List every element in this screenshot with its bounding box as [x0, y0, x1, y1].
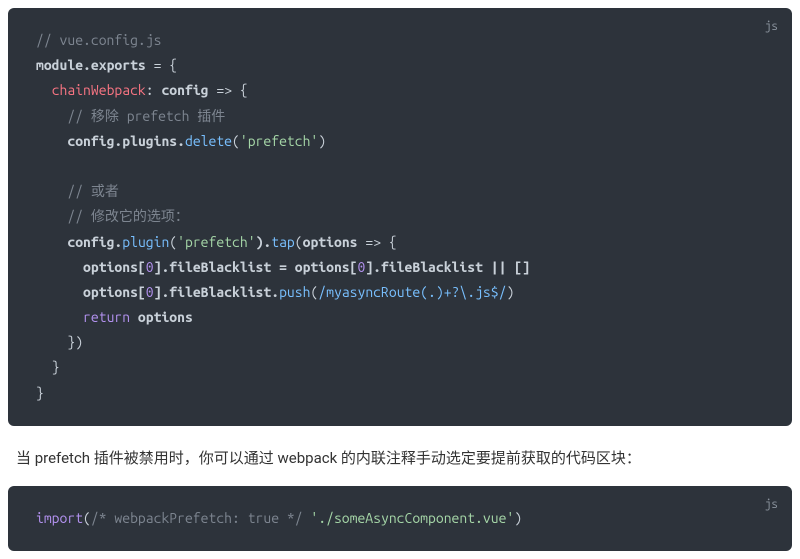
language-label: js: [765, 16, 778, 38]
code-content-2: import(/* webpackPrefetch: true */ './so…: [36, 506, 764, 531]
code-content-1: // vue.config.js module.exports = { chai…: [36, 28, 764, 406]
code-block-1: js // vue.config.js module.exports = { c…: [8, 8, 792, 426]
prose-paragraph: 当 prefetch 插件被禁用时，你可以通过 webpack 的内联注释手动选…: [16, 446, 784, 470]
code-block-2: js import(/* webpackPrefetch: true */ '.…: [8, 486, 792, 551]
language-label: js: [765, 494, 778, 516]
